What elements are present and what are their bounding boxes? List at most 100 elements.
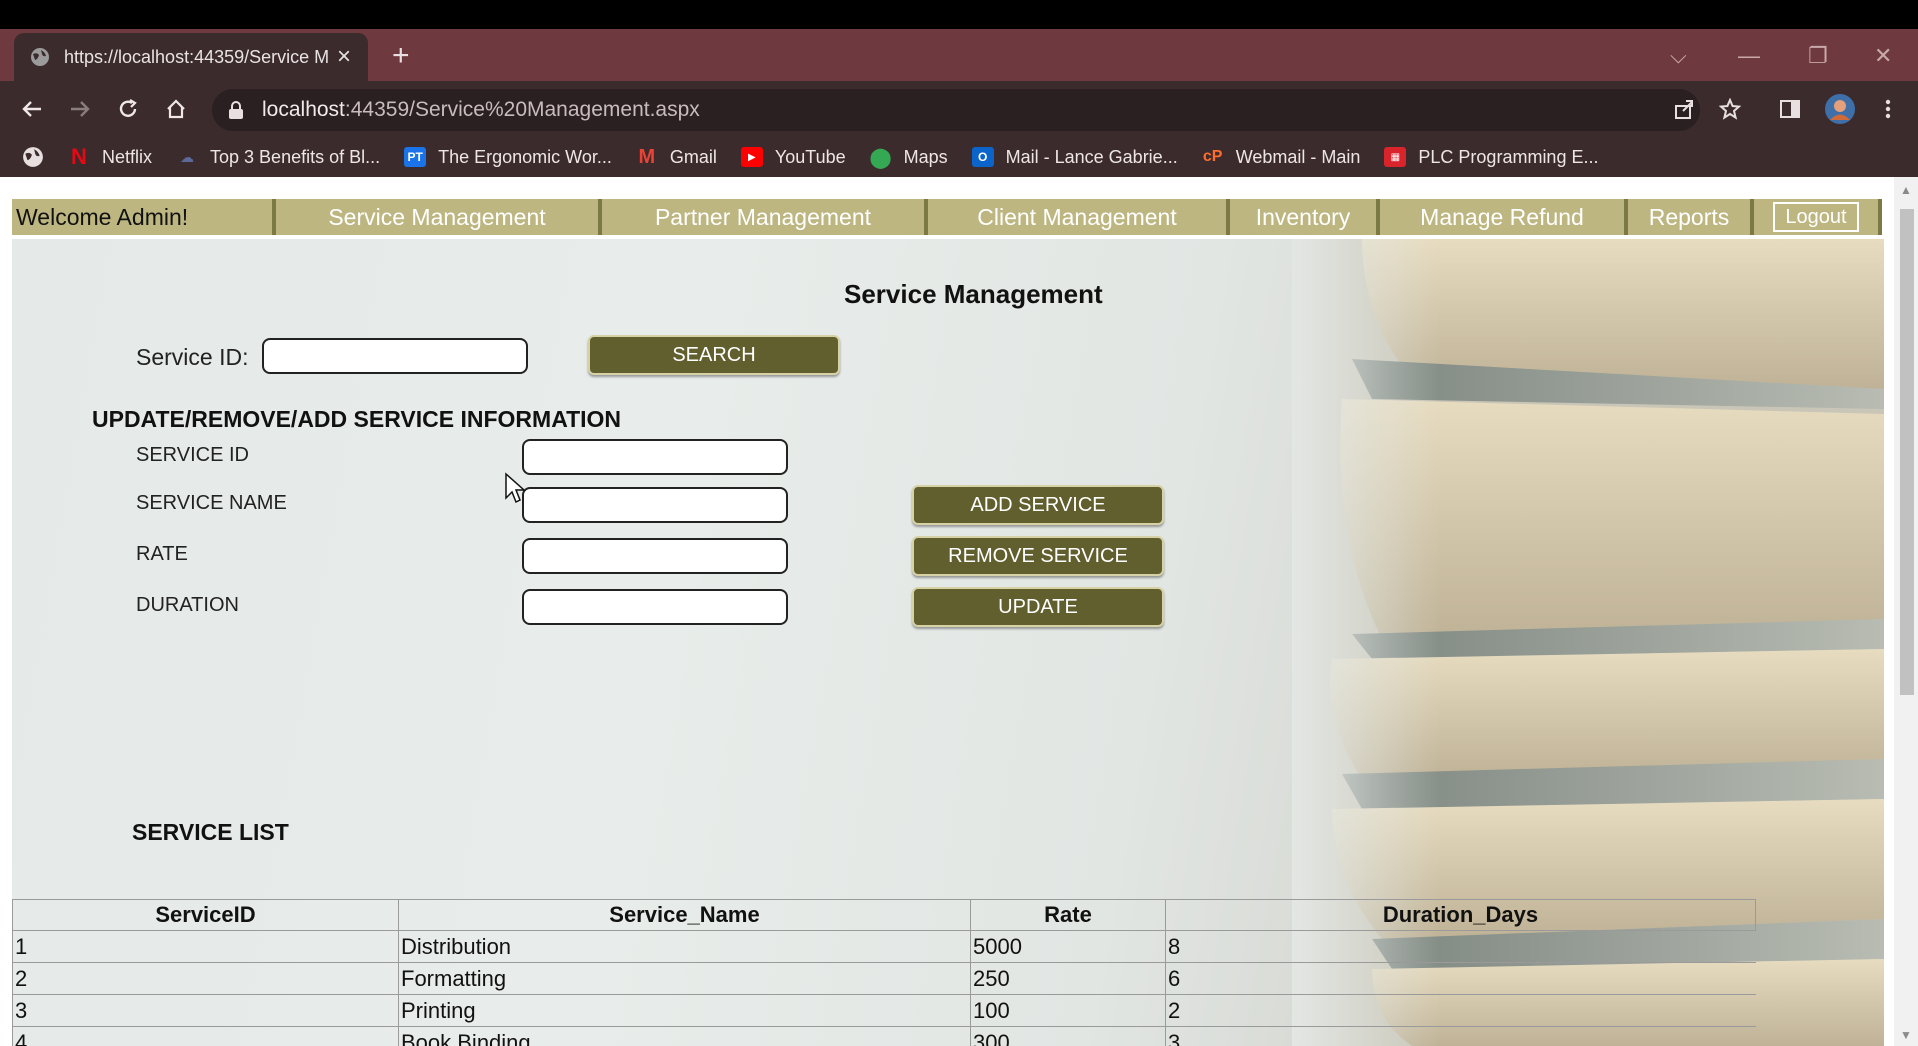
service-id-label: SERVICE ID <box>136 444 249 466</box>
cell-duration: 8 <box>1165 930 1756 963</box>
plc-icon: ▦ <box>1384 147 1407 167</box>
reload-icon[interactable] <box>114 95 142 123</box>
form-heading: UPDATE/REMOVE/ADD SERVICE INFORMATION <box>92 406 622 432</box>
welcome-text: Welcome Admin! <box>12 199 272 235</box>
scroll-down-icon[interactable]: ▼ <box>1900 1028 1912 1042</box>
table-row[interactable]: 2 Formatting 250 6 <box>12 962 1756 995</box>
url-text: localhost:44359/Service%20Management.asp… <box>262 98 700 121</box>
service-list-table: ServiceID Service_Name Rate Duration_Day… <box>12 899 1756 1046</box>
lock-icon <box>229 101 243 119</box>
bookmarks-globe-icon[interactable] <box>22 146 44 168</box>
cell-rate: 100 <box>970 994 1166 1027</box>
bookmark-gmail[interactable]: M Gmail <box>636 145 717 168</box>
header-serviceid: ServiceID <box>12 899 399 931</box>
nav-reports[interactable]: Reports <box>1628 199 1750 235</box>
cpanel-icon: cP <box>1202 148 1223 165</box>
profile-avatar[interactable] <box>1824 93 1856 125</box>
bookmarks-bar: N Netflix ☁ Top 3 Benefits of Bl... PT The … <box>0 137 1918 177</box>
scroll-up-icon[interactable]: ▲ <box>1900 183 1912 197</box>
header-service-name: Service_Name <box>398 899 971 931</box>
gmail-icon: M <box>638 145 656 168</box>
youtube-icon: ▶ <box>740 147 763 167</box>
cell-service-id: 1 <box>12 930 399 963</box>
rate-field[interactable] <box>522 538 788 574</box>
bookmark-netflix[interactable]: N Netflix <box>68 144 152 169</box>
cell-service-name: Book Binding <box>398 1026 971 1046</box>
menu-kebab-icon[interactable] <box>1874 95 1902 123</box>
header-duration-days: Duration_Days <box>1165 899 1756 931</box>
bookmark-mail[interactable]: O Mail - Lance Gabrie... <box>971 147 1178 168</box>
bookmark-star-icon[interactable] <box>1716 95 1744 123</box>
netflix-icon: N <box>71 144 87 169</box>
forward-icon[interactable] <box>66 95 94 123</box>
restore-icon[interactable]: ❐ <box>1808 43 1828 69</box>
cell-rate: 5000 <box>970 930 1166 963</box>
service-name-field[interactable] <box>522 487 788 523</box>
cell-rate: 250 <box>970 962 1166 995</box>
search-service-id-input[interactable] <box>262 338 528 374</box>
duration-label: DURATION <box>136 594 239 616</box>
nav-client-management[interactable]: Client Management <box>928 199 1226 235</box>
duration-field[interactable] <box>522 589 788 625</box>
main-nav: Welcome Admin! Service Management Partne… <box>12 199 1882 235</box>
page-viewport: Welcome Admin! Service Management Partne… <box>0 177 1918 1046</box>
update-button[interactable]: UPDATE <box>912 587 1164 627</box>
service-id-field[interactable] <box>522 439 788 475</box>
address-bar[interactable]: localhost:44359/Service%20Management.asp… <box>212 89 1700 131</box>
browser-tab[interactable]: https://localhost:44359/Service M × <box>14 33 368 81</box>
close-tab-icon[interactable]: × <box>332 45 356 69</box>
cell-duration: 6 <box>1165 962 1756 995</box>
cell-service-name: Printing <box>398 994 971 1027</box>
bookmark-blog[interactable]: ☁ Top 3 Benefits of Bl... <box>176 147 380 168</box>
pt-icon: PT <box>404 147 427 167</box>
search-button[interactable]: SEARCH <box>588 335 840 375</box>
maps-icon: ⬤ <box>869 146 892 169</box>
cell-service-name: Formatting <box>398 962 971 995</box>
cell-duration: 3 <box>1165 1026 1756 1046</box>
side-panel-icon[interactable] <box>1776 95 1804 123</box>
browser-tab-strip: https://localhost:44359/Service M × + ⌵ … <box>0 29 1918 81</box>
nav-service-management[interactable]: Service Management <box>276 199 598 235</box>
scrollbar-thumb[interactable] <box>1900 209 1914 695</box>
window-close-icon[interactable]: ✕ <box>1874 43 1892 69</box>
cell-service-id: 4 <box>12 1026 399 1046</box>
cell-duration: 2 <box>1165 994 1756 1027</box>
share-icon[interactable] <box>1670 95 1698 123</box>
search-label: Service ID: <box>136 344 249 370</box>
globe-icon <box>31 48 49 66</box>
tab-search-icon[interactable]: ⌵ <box>1670 43 1687 69</box>
bookmark-plc[interactable]: ▦ PLC Programming E... <box>1384 147 1598 168</box>
nav-manage-refund[interactable]: Manage Refund <box>1380 199 1624 235</box>
site-icon: ☁ <box>180 148 195 165</box>
nav-partner-management[interactable]: Partner Management <box>602 199 924 235</box>
minimize-icon[interactable]: — <box>1738 43 1760 69</box>
new-tab-button[interactable]: + <box>392 41 410 71</box>
remove-service-button[interactable]: REMOVE SERVICE <box>912 536 1164 576</box>
mouse-cursor-icon <box>505 472 526 504</box>
table-row[interactable]: 4 Book Binding 300 3 <box>12 1026 1756 1046</box>
table-row[interactable]: 1 Distribution 5000 8 <box>12 930 1756 963</box>
page-scrollbar[interactable]: ▲ ▼ <box>1894 177 1918 1046</box>
content-area: Service Management Service ID: SEARCH UP… <box>12 239 1884 1046</box>
add-service-button[interactable]: ADD SERVICE <box>912 485 1164 525</box>
cell-service-id: 3 <box>12 994 399 1027</box>
bookmark-maps[interactable]: ⬤ Maps <box>869 146 947 169</box>
bookmark-webmail[interactable]: cP Webmail - Main <box>1202 147 1361 168</box>
logout-cell: Logout <box>1754 199 1878 235</box>
tab-title: https://localhost:44359/Service M <box>64 46 330 67</box>
cell-service-name: Distribution <box>398 930 971 963</box>
page: Welcome Admin! Service Management Partne… <box>12 177 1884 1046</box>
rate-label: RATE <box>136 543 188 565</box>
service-name-label: SERVICE NAME <box>136 492 287 514</box>
back-icon[interactable] <box>18 95 46 123</box>
browser-toolbar: localhost:44359/Service%20Management.asp… <box>0 81 1918 137</box>
header-rate: Rate <box>970 899 1166 931</box>
bookmark-ergonomic[interactable]: PT The Ergonomic Wor... <box>404 147 612 168</box>
logout-button[interactable]: Logout <box>1773 202 1859 232</box>
cell-rate: 300 <box>970 1026 1166 1046</box>
bookmark-youtube[interactable]: ▶ YouTube <box>740 147 846 168</box>
outlook-icon: O <box>971 147 994 167</box>
table-row[interactable]: 3 Printing 100 2 <box>12 994 1756 1027</box>
nav-inventory[interactable]: Inventory <box>1230 199 1376 235</box>
home-icon[interactable] <box>162 95 190 123</box>
